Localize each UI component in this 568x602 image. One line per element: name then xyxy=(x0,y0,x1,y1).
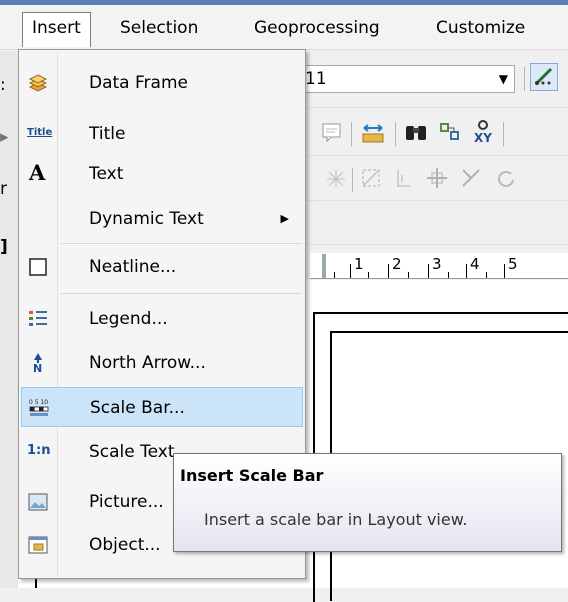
menu-separator xyxy=(61,243,301,244)
map-scale-value: 11 xyxy=(305,69,327,89)
legend-icon xyxy=(27,308,49,330)
ruler-label: 1 xyxy=(354,255,364,273)
menu-insert[interactable]: Insert xyxy=(22,12,91,47)
find-route-icon[interactable] xyxy=(437,120,463,149)
scale-bar-icon: 0 5 10 xyxy=(28,397,50,419)
toolbar-separator xyxy=(503,122,504,146)
menu-item-label: Legend... xyxy=(89,309,168,329)
neatline-icon xyxy=(27,256,49,278)
left-panel-edge: : ▸ r ] xyxy=(0,51,18,588)
menu-separator xyxy=(61,293,301,294)
menu-item-label: Scale Bar... xyxy=(90,398,185,418)
object-icon xyxy=(27,534,49,556)
rotate-icon[interactable] xyxy=(495,168,517,195)
menu-customize[interactable]: Customize xyxy=(427,12,534,47)
toolbar-separator xyxy=(395,122,396,146)
layout-ruler: 1 2 3 4 5 xyxy=(310,253,568,279)
menu-item-label: Data Frame xyxy=(89,73,188,93)
chevron-down-icon[interactable]: ▼ xyxy=(499,66,508,92)
ruler-label: 3 xyxy=(432,255,442,273)
text-icon: A xyxy=(29,160,46,185)
toolbar-separator xyxy=(352,168,353,192)
hidden-control-fragment: ▸ xyxy=(0,127,9,147)
menu-item-scale-bar[interactable]: 0 5 10 Scale Bar... xyxy=(21,387,303,427)
submenu-arrow-icon: ▶ xyxy=(280,212,289,225)
measure-icon[interactable] xyxy=(360,121,386,150)
menu-item-neatline[interactable]: Neatline... xyxy=(21,247,303,287)
map-scale-combo[interactable]: 11 ▼ xyxy=(298,65,515,93)
find-binoculars-icon[interactable] xyxy=(403,120,429,149)
toolbar-separator xyxy=(351,122,352,146)
menu-item-data-frame[interactable]: Data Frame xyxy=(21,63,303,103)
menu-item-label: Neatline... xyxy=(89,257,177,277)
tooltip-description: Insert a scale bar in Layout view. xyxy=(204,510,468,529)
hidden-control-fragment: : xyxy=(0,75,6,95)
tooltip-title: Insert Scale Bar xyxy=(180,466,324,485)
menu-geoprocessing[interactable]: Geoprocessing xyxy=(245,12,389,47)
vertex-icon[interactable] xyxy=(325,168,347,195)
ruler-label: 5 xyxy=(508,255,518,273)
cross-icon[interactable] xyxy=(425,166,449,195)
svg-text:0 5 10: 0 5 10 xyxy=(29,399,48,406)
split-icon[interactable] xyxy=(392,167,416,194)
ruler-label: 4 xyxy=(470,255,480,273)
menu-item-legend[interactable]: Legend... xyxy=(21,299,303,339)
menu-item-label: Picture... xyxy=(89,492,164,512)
edit-vertices-icon[interactable] xyxy=(530,63,558,91)
cut-line-icon[interactable] xyxy=(459,166,483,195)
menu-item-text[interactable]: A Text xyxy=(21,154,303,194)
svg-text:XY: XY xyxy=(474,131,492,145)
hidden-control-fragment: ] xyxy=(0,237,8,257)
menu-item-label: Text xyxy=(89,164,124,184)
menu-item-north-arrow[interactable]: N North Arrow... xyxy=(21,343,303,383)
hidden-label-fragment: r xyxy=(0,179,7,199)
reshape-icon[interactable] xyxy=(360,167,384,194)
scale-text-icon: 1:n xyxy=(27,443,51,458)
menu-item-title[interactable]: Title Title xyxy=(21,114,303,154)
data-frame-icon xyxy=(27,72,49,94)
menu-bar: Insert Selection Geoprocessing Customize xyxy=(0,5,568,50)
picture-icon xyxy=(27,491,49,513)
ruler-label: 2 xyxy=(392,255,402,273)
scale-bar-tooltip: Insert Scale Bar Insert a scale bar in L… xyxy=(173,453,562,552)
menu-item-label: Title xyxy=(89,124,126,144)
menu-item-label: Dynamic Text xyxy=(89,209,204,229)
toolbar-separator xyxy=(524,67,525,91)
menu-item-label: Object... xyxy=(89,535,161,555)
title-icon: Title xyxy=(27,127,53,138)
callout-icon[interactable] xyxy=(320,120,344,149)
north-arrow-icon: N xyxy=(27,352,49,375)
menu-item-label: North Arrow... xyxy=(89,353,206,373)
menu-selection[interactable]: Selection xyxy=(111,12,207,47)
menu-item-dynamic-text[interactable]: Dynamic Text ▶ xyxy=(21,199,303,239)
go-to-xy-icon[interactable]: XY xyxy=(470,118,496,151)
